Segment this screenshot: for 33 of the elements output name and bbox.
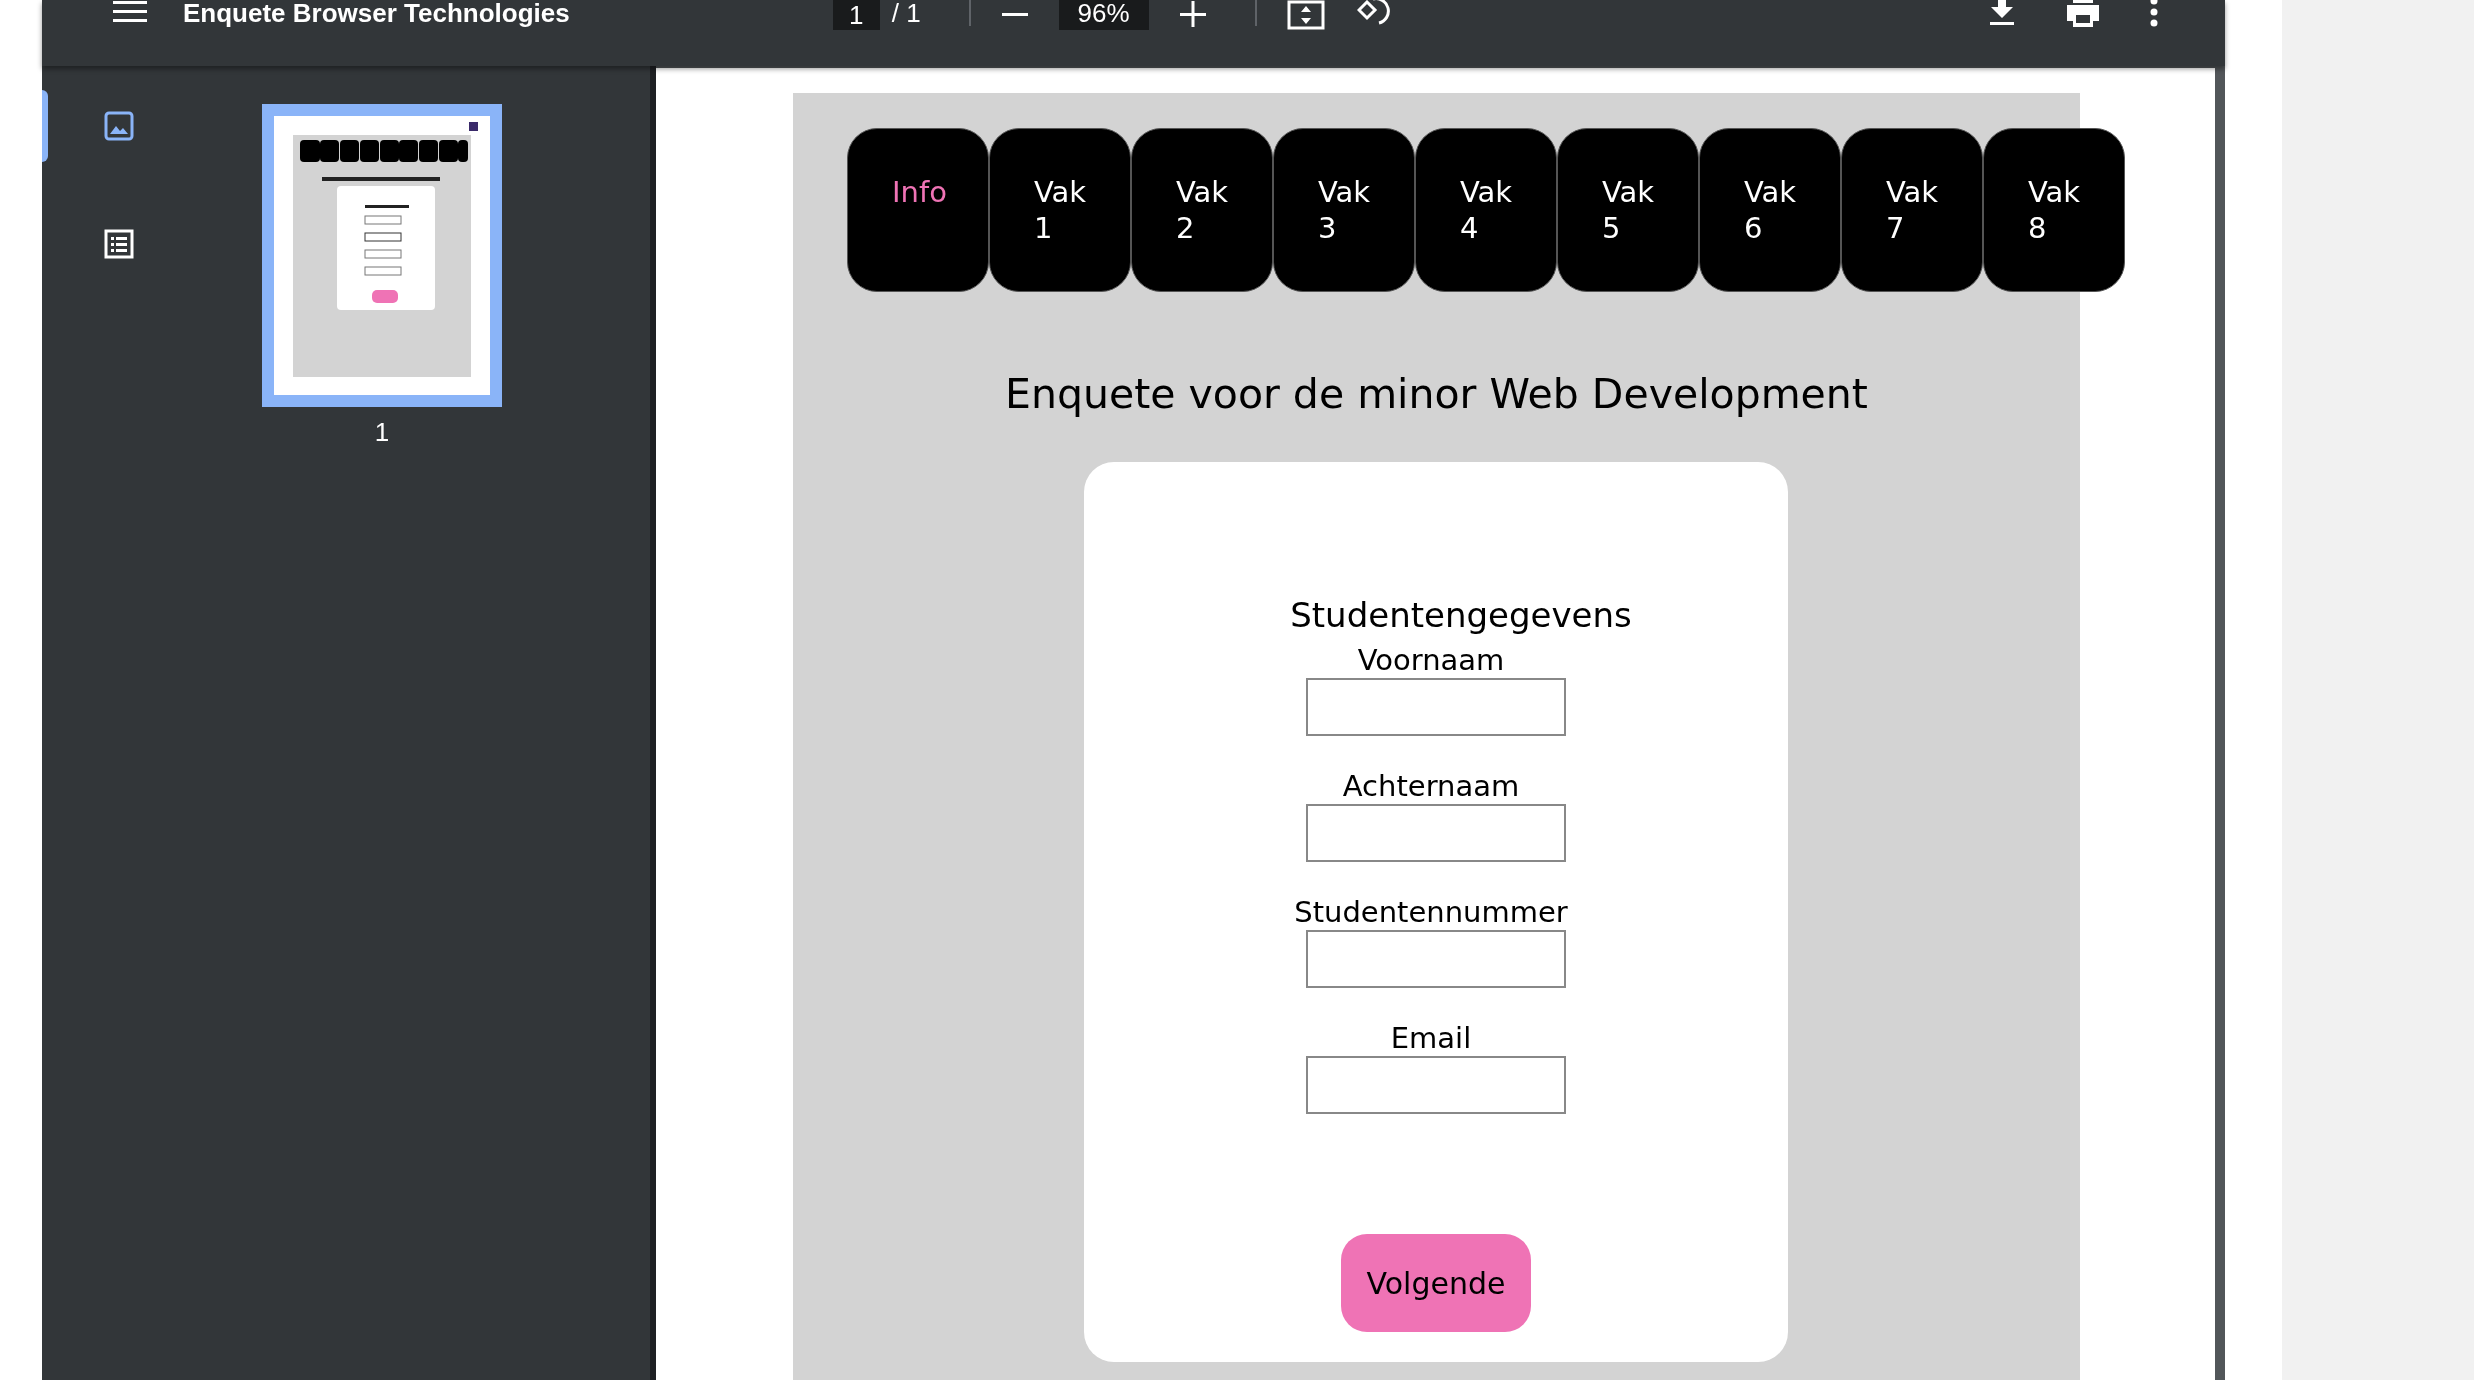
input-field[interactable] [1306, 678, 1566, 736]
section-tab[interactable]: Vak 8 [1983, 128, 2125, 292]
section-tab[interactable]: Vak 2 [1131, 128, 1273, 292]
list-icon[interactable] [104, 229, 134, 259]
zoom-field[interactable]: 96% [1058, 0, 1149, 30]
input-field[interactable] [1306, 804, 1566, 862]
zoom-in-icon[interactable] [1178, 0, 1207, 28]
input-field[interactable] [1306, 930, 1566, 988]
section-tab[interactable]: Vak 1 [989, 128, 1131, 292]
fit-page-icon[interactable] [1286, 0, 1325, 30]
section-tab[interactable]: Vak 4 [1415, 128, 1557, 292]
page-number: 1 [374, 417, 390, 448]
field-label: Studentennummer [1294, 894, 1568, 930]
menu-icon[interactable] [113, 0, 147, 24]
section-tab[interactable]: Vak 3 [1273, 128, 1415, 292]
section-tab[interactable]: Vak 5 [1557, 128, 1699, 292]
section-tab[interactable]: Vak 7 [1841, 128, 1983, 292]
page-total: / 1 [891, 0, 921, 26]
page-thumbnail[interactable] [262, 104, 502, 407]
section-tab[interactable]: Info [847, 128, 989, 292]
print-icon[interactable] [2064, 0, 2101, 27]
more-options-icon[interactable] [2148, 0, 2159, 27]
page-number-field[interactable]: 1 [832, 0, 880, 30]
form-title: Studentengegevens [1290, 594, 1632, 636]
survey-heading: Enquete voor de minor Web Development [1004, 369, 1869, 420]
field-label: Email [1390, 1020, 1472, 1056]
document-title: Enquete Browser Technologies [183, 0, 570, 26]
field-label: Voornaam [1357, 642, 1505, 678]
next-button[interactable]: Volgende [1341, 1234, 1531, 1332]
input-field[interactable] [1306, 1056, 1566, 1114]
section-tab[interactable]: Vak 6 [1699, 128, 1841, 292]
field-label: Achternaam [1342, 768, 1520, 804]
image-icon[interactable] [104, 111, 134, 141]
